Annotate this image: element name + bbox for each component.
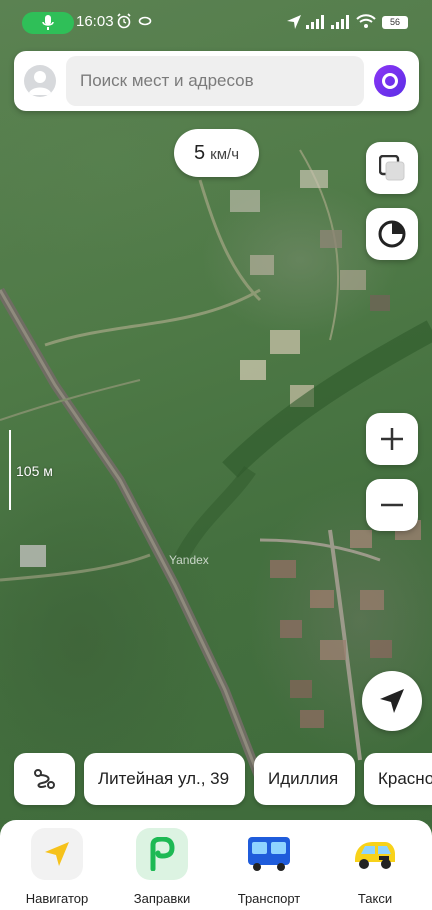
nav-fuel[interactable]: Заправки xyxy=(112,828,212,906)
location-arrow-icon xyxy=(380,689,404,713)
layers-icon xyxy=(379,155,405,181)
search-input[interactable]: Поиск мест и адресов xyxy=(66,56,364,106)
signal-icon-2 xyxy=(331,15,349,29)
plus-icon xyxy=(381,428,403,450)
user-icon xyxy=(28,71,52,95)
route-chip[interactable] xyxy=(14,753,75,805)
chip-place-2[interactable]: Красно xyxy=(364,753,432,805)
speed-indicator: 5 км/ч xyxy=(174,129,259,177)
compass-button[interactable] xyxy=(366,208,418,260)
nav-navigator[interactable]: Навигатор xyxy=(7,828,107,906)
scale-bar xyxy=(9,430,11,510)
bottom-navigation: Навигатор Заправки Транспорт Такси xyxy=(0,820,432,910)
signal-icon xyxy=(306,15,324,29)
zoom-out-button[interactable] xyxy=(366,479,418,531)
scale-label: 105 м xyxy=(16,463,53,479)
nav-taxi-label: Такси xyxy=(357,891,393,906)
taxi-icon xyxy=(349,828,401,880)
route-icon xyxy=(34,769,55,789)
alice-voice-button[interactable] xyxy=(374,65,406,97)
status-time: 16:03 xyxy=(76,13,114,30)
chip-address[interactable]: Литейная ул., 39 xyxy=(84,753,245,805)
my-location-button[interactable] xyxy=(362,671,422,731)
speed-unit: км/ч xyxy=(210,146,240,163)
fuel-icon xyxy=(136,828,188,880)
bus-icon xyxy=(243,828,295,880)
map-watermark: Yandex xyxy=(169,553,209,567)
navigator-icon xyxy=(31,828,83,880)
compass-icon xyxy=(378,220,406,248)
status-bar: 16:03 56 xyxy=(0,0,432,42)
wifi-icon xyxy=(356,14,376,28)
alarm-icon xyxy=(117,13,131,29)
minus-icon xyxy=(381,503,403,507)
location-arrow-icon xyxy=(287,15,301,29)
sync-icon xyxy=(138,16,152,26)
avatar[interactable] xyxy=(24,65,56,97)
zoom-in-button[interactable] xyxy=(366,413,418,465)
nav-taxi[interactable]: Такси xyxy=(325,828,425,906)
chip-place[interactable]: Идиллия xyxy=(254,753,355,805)
microphone-indicator xyxy=(22,12,74,34)
nav-transport[interactable]: Транспорт xyxy=(219,828,319,906)
nav-transport-label: Транспорт xyxy=(237,891,301,906)
speed-value: 5 xyxy=(193,142,206,164)
nav-fuel-label: Заправки xyxy=(133,891,191,906)
layers-button[interactable] xyxy=(366,142,418,194)
battery-indicator: 56 xyxy=(382,16,408,29)
search-bar: Поиск мест и адресов xyxy=(14,51,419,111)
microphone-icon xyxy=(42,15,54,30)
nav-navigator-label: Навигатор xyxy=(25,891,89,906)
